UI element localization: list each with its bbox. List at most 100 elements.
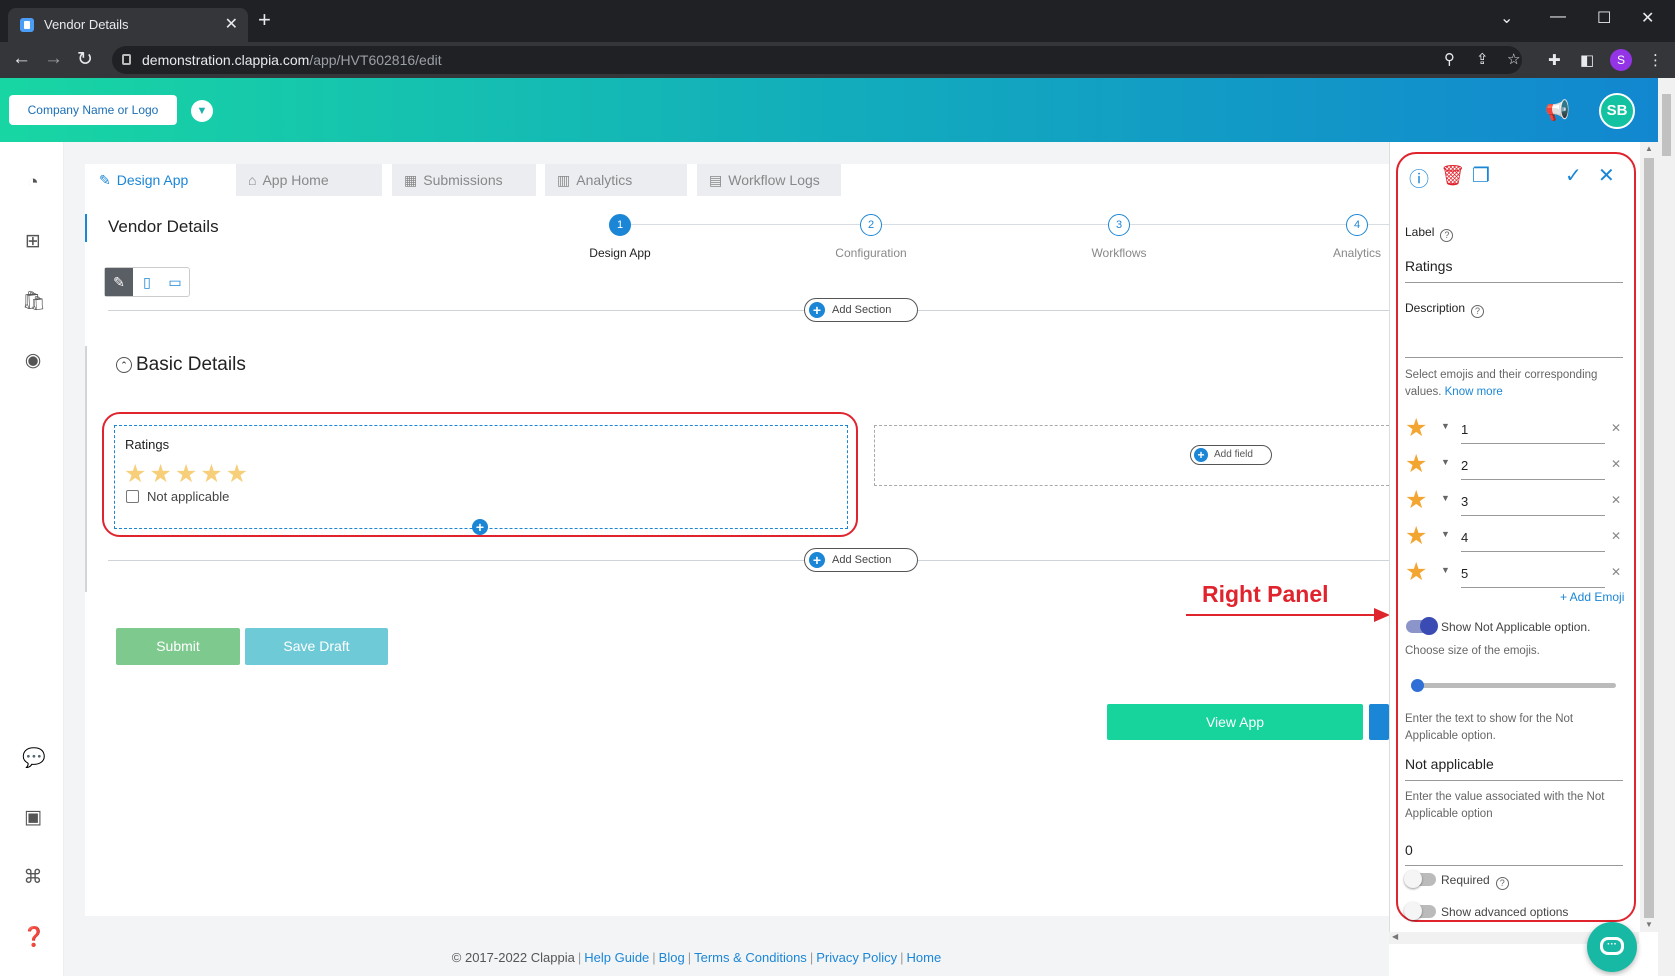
- step-4[interactable]: 4: [1346, 214, 1368, 236]
- workplace-icon[interactable]: ▣: [22, 807, 44, 829]
- emoji-value-input[interactable]: 4: [1461, 530, 1468, 545]
- star-icon[interactable]: ★: [1405, 559, 1427, 585]
- window-close-icon[interactable]: ✕: [1641, 8, 1654, 28]
- add-emoji-link[interactable]: + Add Emoji: [1560, 590, 1624, 604]
- minimize-icon[interactable]: —: [1550, 8, 1566, 26]
- scroll-down-icon[interactable]: ▼: [1645, 920, 1653, 929]
- rating-stars[interactable]: ★★★★★: [124, 459, 251, 489]
- edit-view-icon[interactable]: ✎: [105, 268, 133, 296]
- save-draft-button[interactable]: Save Draft: [245, 628, 388, 665]
- footer-link-terms[interactable]: Terms & Conditions: [694, 950, 807, 965]
- scroll-left-icon[interactable]: ◀: [1392, 932, 1398, 941]
- collapse-chevron-icon[interactable]: ⌃: [116, 357, 132, 373]
- company-logo-button[interactable]: Company Name or Logo: [9, 95, 177, 125]
- label-input[interactable]: Ratings: [1405, 258, 1452, 274]
- tab-app-home[interactable]: ⌂ App Home: [236, 164, 382, 196]
- extensions-icon[interactable]: ✚: [1548, 51, 1561, 69]
- back-icon[interactable]: ←: [12, 48, 31, 70]
- add-below-plus-icon[interactable]: +: [472, 519, 488, 535]
- caret-down-icon[interactable]: ▼: [1441, 421, 1450, 431]
- section-title[interactable]: ⌃ Basic Details: [116, 354, 246, 376]
- remove-emoji-icon[interactable]: ✕: [1611, 565, 1621, 579]
- footer-link-privacy[interactable]: Privacy Policy: [816, 950, 897, 965]
- help-book-icon[interactable]: ❓: [22, 927, 46, 949]
- delete-icon[interactable]: 🗑: [1440, 163, 1465, 188]
- question-icon[interactable]: ?: [1440, 229, 1454, 242]
- caret-down-icon[interactable]: ▼: [1441, 565, 1450, 575]
- caret-down-icon[interactable]: ▼: [1441, 457, 1450, 467]
- page-scrollbar[interactable]: [1658, 78, 1675, 976]
- description-input[interactable]: [1405, 357, 1623, 358]
- caret-down-icon[interactable]: ▼: [1441, 493, 1450, 503]
- question-icon[interactable]: ?: [1495, 877, 1509, 890]
- step-2[interactable]: 2: [860, 214, 882, 236]
- address-bar[interactable]: demonstration.clappia.com/app/HVT602816/…: [112, 46, 1522, 74]
- zoom-icon[interactable]: ⚲: [1444, 50, 1455, 68]
- chevron-down-icon[interactable]: ▼: [191, 100, 213, 122]
- user-avatar[interactable]: SB: [1599, 93, 1635, 129]
- footer-link-home[interactable]: Home: [907, 950, 942, 965]
- create-app-icon[interactable]: ⊞: [22, 231, 44, 253]
- know-more-link[interactable]: Know more: [1445, 386, 1503, 398]
- hierarchy-icon[interactable]: ⌘: [22, 867, 44, 889]
- view-app-button[interactable]: View App: [1107, 704, 1363, 740]
- footer-link-blog[interactable]: Blog: [659, 950, 685, 965]
- scroll-thumb[interactable]: [1644, 158, 1654, 918]
- footer-link-help-guide[interactable]: Help Guide: [584, 950, 649, 965]
- page-scroll-thumb[interactable]: [1662, 94, 1671, 156]
- star-icon[interactable]: ★: [1405, 415, 1427, 441]
- remove-emoji-icon[interactable]: ✕: [1611, 421, 1621, 435]
- dashboard-gauge-icon[interactable]: ◔: [22, 172, 44, 194]
- slider-handle[interactable]: [1411, 679, 1424, 692]
- remove-emoji-icon[interactable]: ✕: [1611, 529, 1621, 543]
- emoji-value-input[interactable]: 5: [1461, 566, 1468, 581]
- browser-tab[interactable]: Vendor Details ✕: [8, 8, 248, 42]
- share-app-button[interactable]: [1369, 704, 1389, 740]
- profile-avatar[interactable]: S: [1610, 49, 1632, 71]
- mobile-view-icon[interactable]: ▯: [133, 268, 161, 296]
- reload-icon[interactable]: ↻: [77, 48, 93, 71]
- support-chat-button[interactable]: ···: [1587, 922, 1637, 972]
- close-panel-icon[interactable]: ✕: [1598, 163, 1615, 188]
- emoji-value-input[interactable]: 2: [1461, 458, 1468, 473]
- chat-icon[interactable]: 💬: [22, 748, 46, 770]
- star-icon[interactable]: ★: [1405, 451, 1427, 477]
- step-3[interactable]: 3: [1108, 214, 1130, 236]
- add-field-button[interactable]: + Add field: [1190, 445, 1272, 465]
- tab-workflow-logs[interactable]: ▤ Workflow Logs: [697, 164, 841, 196]
- maximize-icon[interactable]: ☐: [1597, 8, 1611, 28]
- add-section-button-bottom[interactable]: + Add Section: [804, 548, 918, 572]
- bookmark-star-icon[interactable]: ☆: [1507, 50, 1520, 68]
- add-section-button-top[interactable]: + Add Section: [804, 298, 918, 322]
- emoji-value-input[interactable]: 1: [1461, 422, 1468, 437]
- submit-button[interactable]: Submit: [116, 628, 240, 665]
- duplicate-icon[interactable]: ❐: [1472, 163, 1490, 188]
- remove-emoji-icon[interactable]: ✕: [1611, 493, 1621, 507]
- step-1[interactable]: 1: [609, 214, 631, 236]
- advanced-options-toggle[interactable]: [1404, 902, 1436, 920]
- team-icon[interactable]: ◉: [22, 350, 44, 372]
- share-icon[interactable]: ⇪: [1476, 50, 1489, 68]
- megaphone-icon[interactable]: 📢: [1545, 98, 1570, 123]
- na-text-input[interactable]: Not applicable: [1405, 756, 1494, 772]
- emoji-value-input[interactable]: 3: [1461, 494, 1468, 509]
- confirm-check-icon[interactable]: ✓: [1565, 163, 1582, 188]
- tab-analytics[interactable]: ▥ Analytics: [545, 164, 687, 196]
- desktop-view-icon[interactable]: ▭: [161, 268, 189, 296]
- browser-menu-icon[interactable]: ⋮: [1648, 51, 1663, 69]
- panel-scrollbar[interactable]: ▲ ▼: [1640, 142, 1658, 932]
- tab-design-app[interactable]: ✎ Design App: [87, 164, 229, 196]
- not-applicable-option[interactable]: Not applicable: [126, 489, 229, 504]
- tab-submissions[interactable]: ▦ Submissions: [392, 164, 536, 196]
- emoji-size-slider[interactable]: [1411, 679, 1616, 692]
- star-icon[interactable]: ★: [1405, 523, 1427, 549]
- required-toggle[interactable]: [1404, 870, 1436, 888]
- remove-emoji-icon[interactable]: ✕: [1611, 457, 1621, 471]
- help-icon[interactable]: ⓘ: [1409, 163, 1429, 192]
- caret-down-icon[interactable]: ▼: [1441, 529, 1450, 539]
- na-value-input[interactable]: 0: [1405, 842, 1413, 858]
- not-applicable-checkbox[interactable]: [126, 490, 139, 503]
- tab-search-icon[interactable]: ⌄: [1500, 8, 1513, 28]
- marketplace-bag-icon[interactable]: 🛍: [22, 291, 46, 313]
- scroll-up-icon[interactable]: ▲: [1645, 144, 1653, 153]
